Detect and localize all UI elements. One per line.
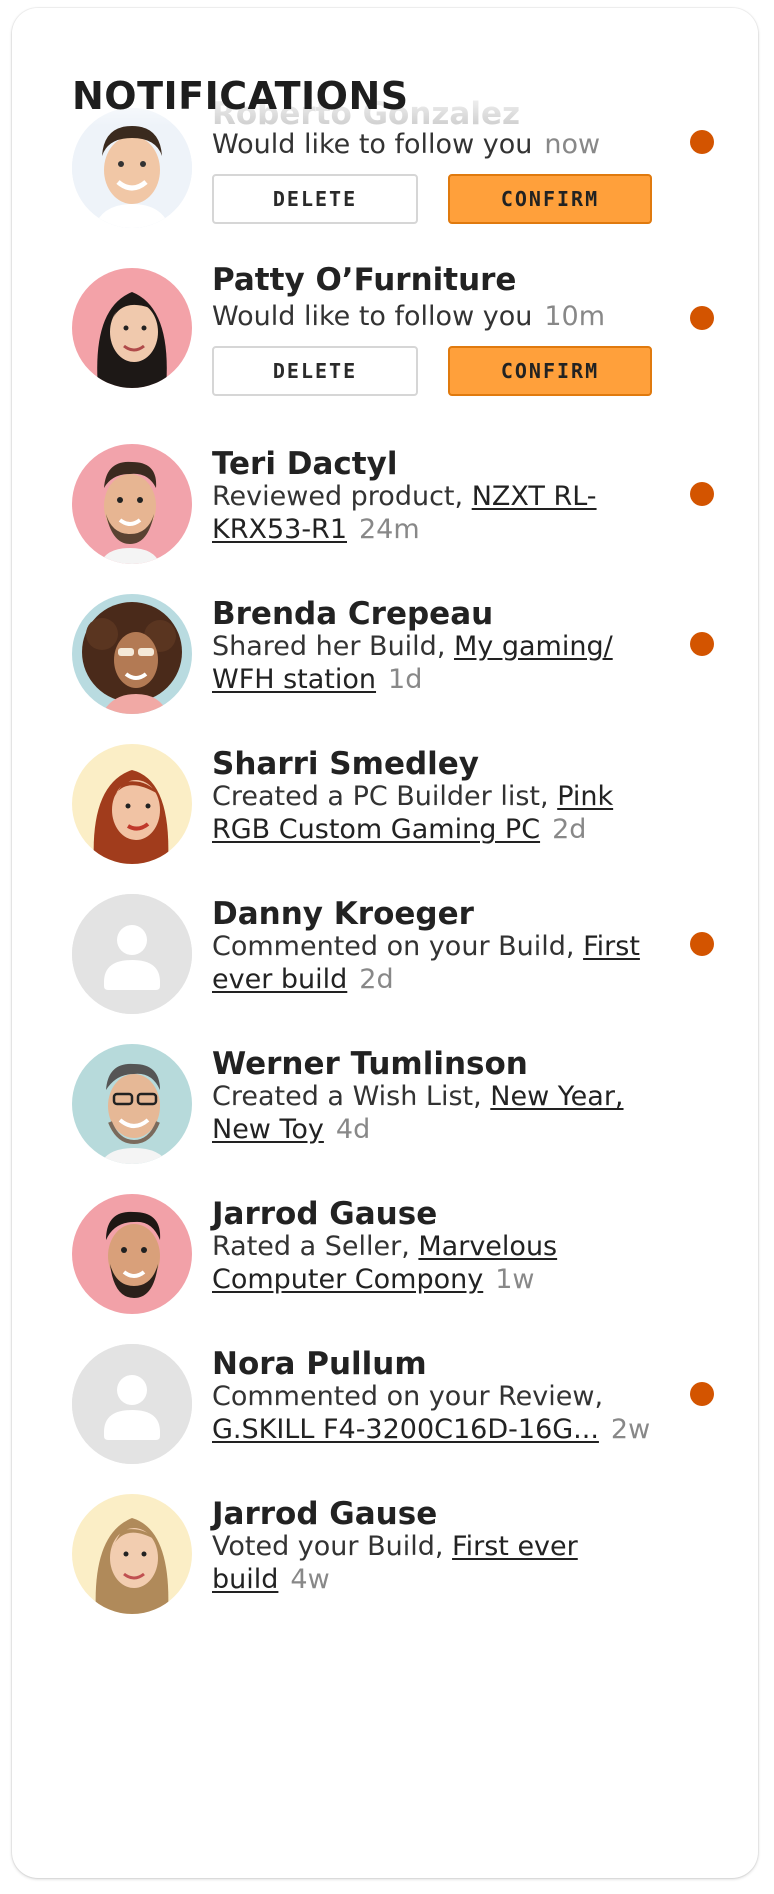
notification-message: Voted your Build, [212,1531,453,1562]
notification-message: Rated a Seller, [212,1231,419,1262]
notification-text: Voted your Build, First ever build 4w [212,1530,652,1596]
notification-message: Would like to follow you [212,129,533,160]
notification-text: Commented on your Build, First ever buil… [212,930,652,996]
avatar[interactable] [72,1494,192,1614]
notification-time: 4w [290,1564,330,1595]
default-avatar-icon [72,1344,192,1464]
confirm-button[interactable]: CONFIRM [448,346,652,396]
avatar[interactable] [72,268,192,388]
notification-message: Would like to follow you [212,301,533,332]
notification-name[interactable]: Danny Kroeger [212,896,474,932]
avatar[interactable] [72,1044,192,1164]
avatar[interactable] [72,594,192,714]
notification-name[interactable]: Patty O’Furniture [212,262,516,298]
unread-dot [690,130,714,154]
notification-message: Commented on your Build, [212,931,584,962]
notification-text: Would like to follow you now [212,128,652,161]
unread-dot [690,482,714,506]
unread-dot [690,306,714,330]
default-avatar-icon [72,894,192,1014]
notification-link[interactable]: G.SKILL F4-3200C16D-16G... [212,1414,599,1445]
notification-name[interactable]: Teri Dactyl [212,446,397,482]
notifications-panel: NOTIFICATIONS Roberto Gonzalez Would lik… [12,8,758,1878]
notification-text: Created a PC Builder list, Pink RGB Cust… [212,780,652,846]
notification-name[interactable]: Brenda Crepeau [212,596,493,632]
notification-text: Shared her Build, My gaming/ WFH station… [212,630,652,696]
notification-text: Created a Wish List, New Year, New Toy 4d [212,1080,652,1146]
avatar[interactable] [72,1194,192,1314]
avatar[interactable] [72,444,192,564]
notification-time: 4d [335,1114,371,1145]
notification-text: Commented on your Review, G.SKILL F4-320… [212,1380,652,1446]
notification-time: 2d [552,814,587,845]
avatar[interactable] [72,1344,192,1464]
notification-message: Reviewed product, [212,481,472,512]
notification-time: 2w [610,1414,651,1445]
delete-button[interactable]: DELETE [212,346,418,396]
unread-dot [690,632,714,656]
unread-dot [690,1382,714,1406]
notification-time: 1d [388,664,423,695]
notification-name[interactable]: Nora Pullum [212,1346,427,1382]
notification-message: Created a Wish List, [212,1081,491,1112]
page-title: NOTIFICATIONS [72,74,409,118]
notification-time: 10m [544,301,606,332]
notification-name[interactable]: Werner Tumlinson [212,1046,528,1082]
notification-list[interactable]: Roberto Gonzalez Would like to follow yo… [12,8,758,1878]
notification-time: 24m [359,514,420,545]
notification-name[interactable]: Jarrod Gause [212,1196,437,1232]
notification-message: Created a PC Builder list, [212,781,558,812]
notification-time: 2d [359,964,394,995]
unread-dot [690,932,714,956]
notification-message: Commented on your Review, [212,1381,604,1412]
notification-time: now [544,129,601,160]
notification-text: Would like to follow you 10m [212,300,652,333]
notification-text: Reviewed product, NZXT RL-KRX53-R1 24m [212,480,652,546]
notification-time: 1w [495,1264,535,1295]
notification-message: Shared her Build, [212,631,454,662]
avatar[interactable] [72,894,192,1014]
delete-button[interactable]: DELETE [212,174,418,224]
notification-name[interactable]: Sharri Smedley [212,746,479,782]
notification-text: Rated a Seller, Marvelous Computer Compo… [212,1230,652,1296]
confirm-button[interactable]: CONFIRM [448,174,652,224]
avatar[interactable] [72,744,192,864]
avatar[interactable] [72,108,192,228]
notification-name[interactable]: Jarrod Gause [212,1496,437,1532]
